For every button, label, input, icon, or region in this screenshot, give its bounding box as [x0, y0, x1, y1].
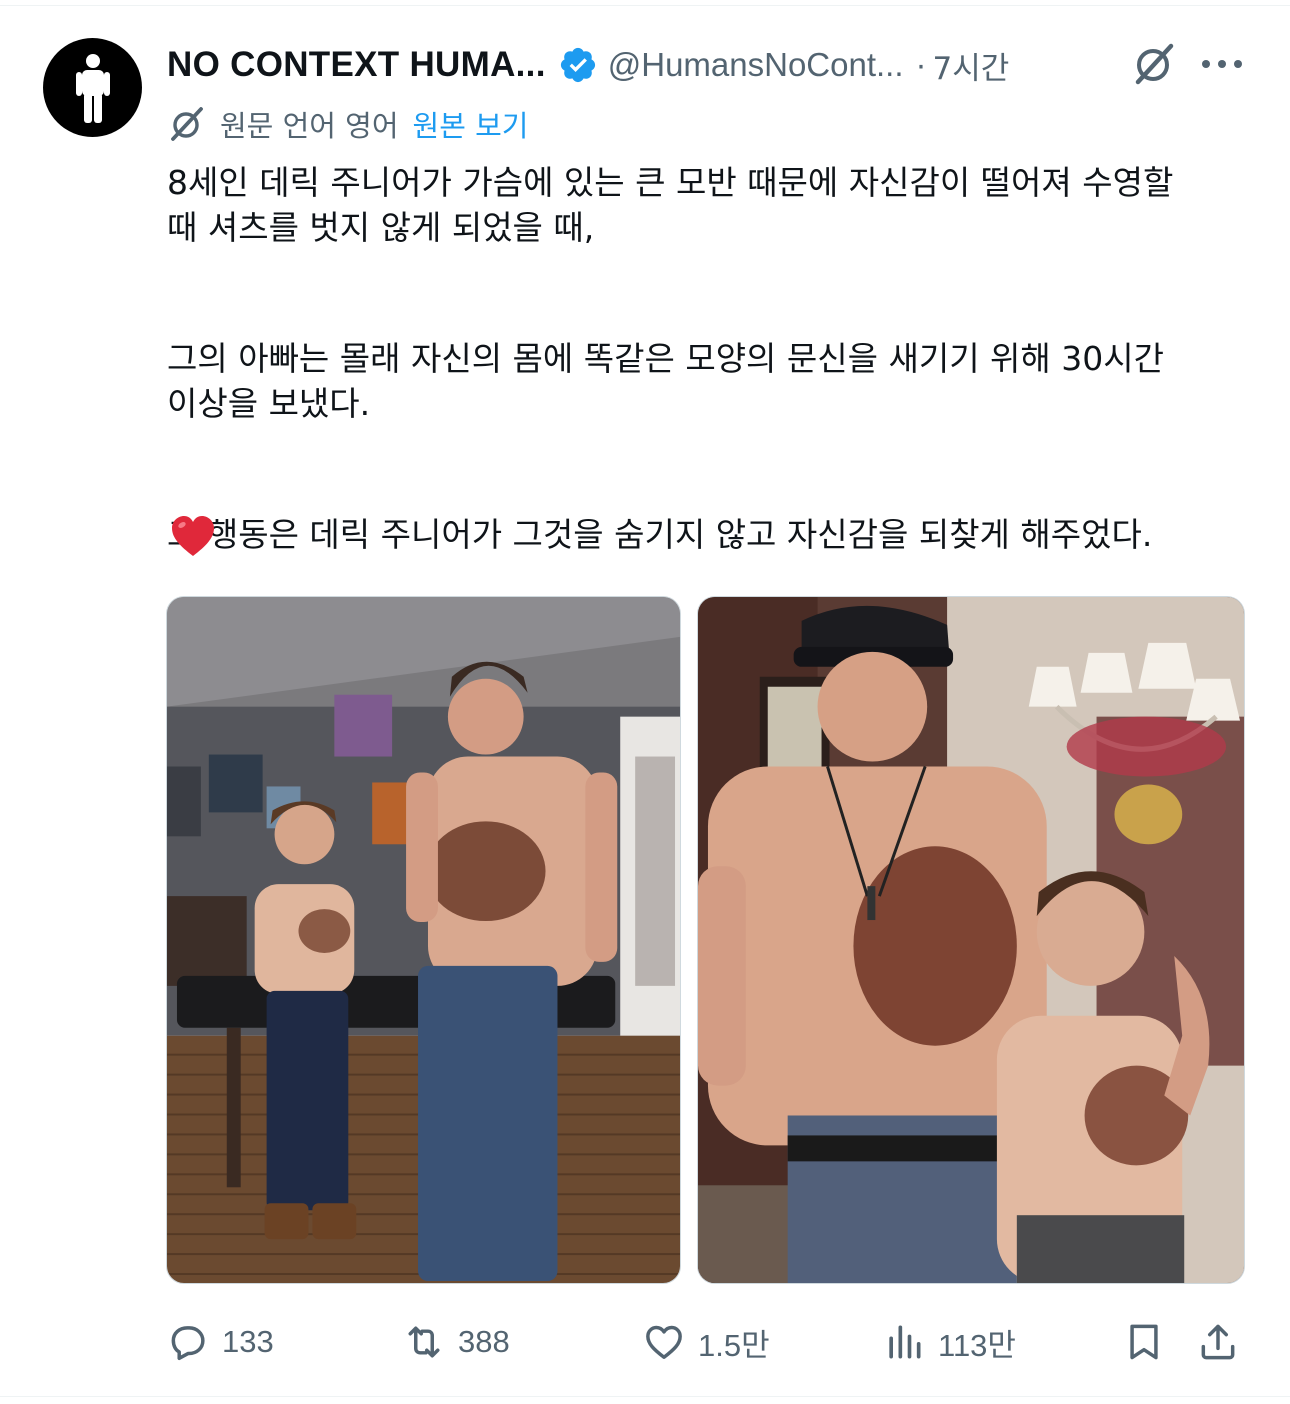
tweet-text: 8세인 데릭 주니어가 가슴에 있는 큰 모반 때문에 자신감이 떨어져 수영할… [167, 160, 1247, 557]
reply-icon [171, 1326, 205, 1361]
user-handle[interactable]: @HumansNoCont... [608, 46, 904, 84]
tweet-line: 이상을 보냈다. [167, 384, 371, 423]
tweet-line: 8세인 데릭 주니어가 가슴에 있는 큰 모반 때문에 자신감이 떨어져 수영할 [167, 163, 1174, 202]
view-count: 113만 [938, 1327, 1016, 1363]
heart-emoji-icon [172, 516, 214, 556]
action-bar: 133 388 1.5만 113만 [166, 1316, 1246, 1368]
reply-button[interactable]: 133 [166, 1316, 274, 1368]
post-time[interactable]: 7시간 [933, 43, 1010, 88]
bookmark-icon [1130, 1324, 1158, 1360]
translate-icon [171, 107, 203, 141]
avatar[interactable] [43, 38, 142, 137]
views-bar-chart-icon [889, 1325, 921, 1359]
repost-button[interactable]: 388 [402, 1316, 510, 1368]
bottom-divider [0, 1396, 1290, 1397]
verified-badge-icon[interactable] [558, 45, 598, 85]
tweet-line: 그의 아빠는 몰래 자신의 몸에 똑같은 모양의 문신을 새기기 위해 30시간 [167, 339, 1164, 378]
reply-count: 133 [222, 1324, 274, 1359]
original-language-label: 원문 언어 영어 [220, 109, 399, 143]
like-button[interactable]: 1.5만 [642, 1316, 770, 1368]
tweet-header: NO CONTEXT HUMA... @HumansNoCont... · 7시… [167, 36, 1257, 94]
grok-icon[interactable] [1130, 40, 1178, 88]
tweet-line: 때 셔츠를 벗지 않게 되었을 때, [167, 208, 595, 247]
top-divider [0, 0, 1290, 6]
share-button[interactable] [1196, 1316, 1240, 1368]
like-count: 1.5만 [698, 1327, 770, 1363]
display-name[interactable]: NO CONTEXT HUMA... [167, 45, 546, 85]
person-icon [75, 53, 110, 123]
show-original-link[interactable]: 원본 보기 [413, 103, 529, 145]
share-icon [1201, 1324, 1235, 1360]
repost-count: 388 [458, 1324, 510, 1359]
photo-tattoo-shop[interactable] [166, 596, 681, 1284]
heart-icon [646, 1325, 682, 1359]
media-grid [166, 596, 1245, 1284]
views-button[interactable]: 113만 [882, 1316, 1016, 1368]
more-options-icon[interactable] [1198, 50, 1246, 78]
photo-living-room[interactable] [697, 596, 1245, 1284]
repost-icon [408, 1326, 440, 1358]
tweet-line: 그 행동은 데릭 주니어가 그것을 숨기지 않고 자신감을 되찾게 해주었다. [167, 515, 1153, 554]
translation-row: 원문 언어 영어 원본 보기 [168, 102, 528, 146]
separator-dot: · [915, 46, 927, 83]
bookmark-button[interactable] [1122, 1316, 1166, 1368]
